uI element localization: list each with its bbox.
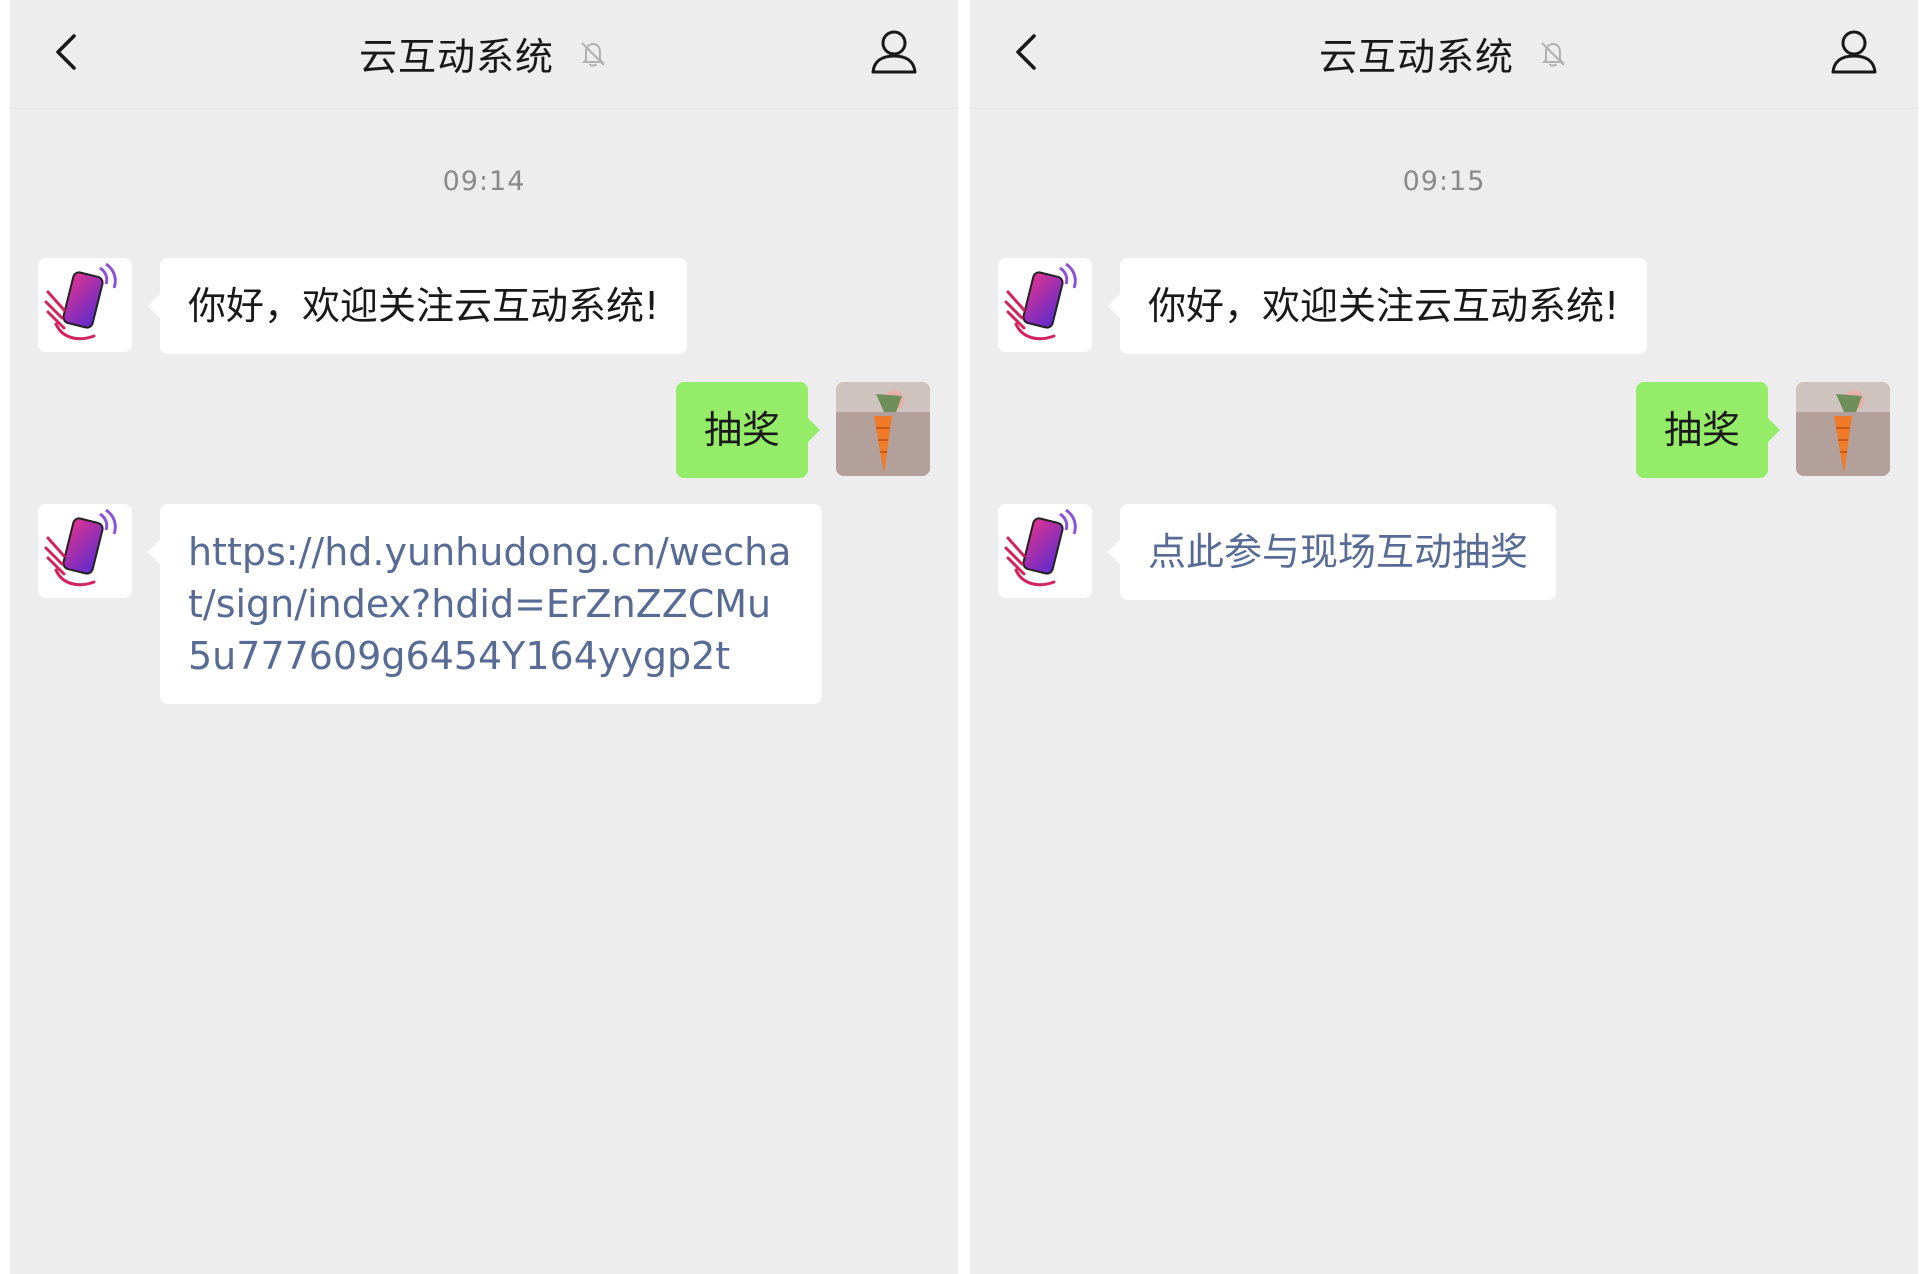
link-message-bubble[interactable]: https://hd.yunhudong.cn/wechat/sign/inde… [148,504,822,704]
bell-off-icon [1541,41,1565,66]
welcome-message-bubble: 你好，欢迎关注云互动系统! [1107,258,1648,354]
user-message-bubble: 抽奖 [675,382,821,478]
chat-title: 云互动系统 [358,35,554,79]
bot-avatar[interactable] [998,504,1092,598]
person-icon[interactable] [868,26,920,78]
chat-header: 云互动系统 [10,0,958,109]
user-message-bubble: 抽奖 [1635,382,1781,478]
chat-screen-right: 云互动系统 09:15 你好，欢迎关注云互动系统! 抽奖 点此参与现场互动抽奖 [970,0,1918,1274]
message-timestamp: 09:14 [442,166,526,197]
chat-header: 云互动系统 [970,0,1918,109]
chat-screen-left: 云互动系统 09:14 你好，欢迎关注云互动系统! 抽奖 https://hd.… [10,0,958,1274]
bot-avatar[interactable] [38,504,132,598]
welcome-message-bubble: 你好，欢迎关注云互动系统! [147,258,688,354]
bell-off-icon [581,41,605,66]
chat-title: 云互动系统 [1318,35,1514,79]
link-message-bubble[interactable]: 点此参与现场互动抽奖 [1107,504,1557,600]
person-icon[interactable] [1828,26,1880,78]
bot-avatar[interactable] [998,258,1092,352]
bot-avatar[interactable] [38,258,132,352]
user-avatar[interactable] [1796,382,1890,476]
message-timestamp: 09:15 [1402,166,1486,197]
user-avatar[interactable] [836,382,930,476]
